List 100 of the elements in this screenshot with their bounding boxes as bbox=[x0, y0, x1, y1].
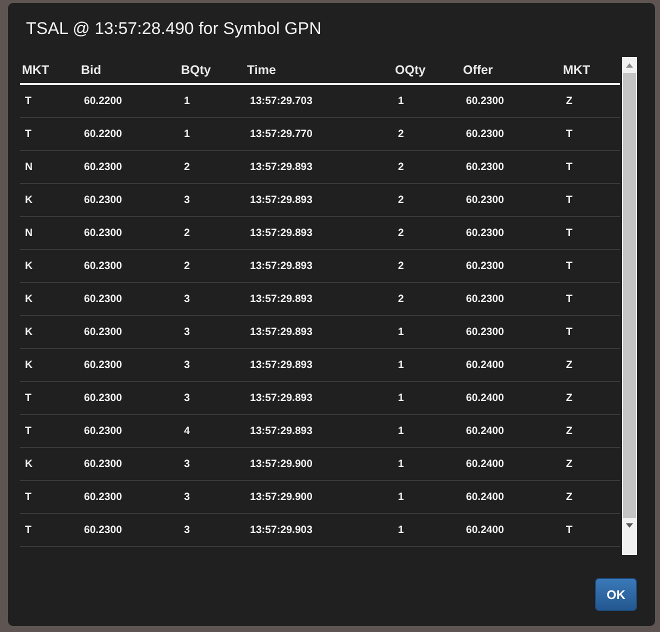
table-cell-text: 13:57:29.893 bbox=[249, 260, 314, 272]
table-cell-text: 60.2300 bbox=[83, 491, 123, 503]
column-header: MKT bbox=[21, 63, 50, 77]
table-cell-text: 1 bbox=[183, 95, 191, 107]
table-cell-text: 60.2400 bbox=[465, 458, 505, 470]
dialog-title: TSAL @ 13:57:28.490 for Symbol GPN bbox=[26, 18, 322, 40]
table-cell-text: 3 bbox=[183, 524, 191, 536]
table-cell-text: 60.2400 bbox=[465, 359, 505, 371]
ok-button[interactable]: OK bbox=[595, 578, 637, 611]
table-cell-text: 3 bbox=[183, 293, 191, 305]
table-cell-text: 60.2300 bbox=[83, 359, 123, 371]
table-cell-text: 60.2300 bbox=[83, 326, 123, 338]
table-cell-text: K bbox=[24, 359, 34, 371]
table-cell-text: 1 bbox=[397, 524, 405, 536]
table-cell-text: T bbox=[24, 524, 32, 536]
table-cell-text: T bbox=[24, 425, 32, 437]
table-cell-text: T bbox=[24, 128, 32, 140]
table-cell-text: 2 bbox=[183, 227, 191, 239]
table-cell-text: 13:57:29.893 bbox=[249, 425, 314, 437]
table-cell-text: 2 bbox=[397, 293, 405, 305]
table-cell-text: 60.2400 bbox=[465, 524, 505, 536]
table-cell-text: T bbox=[24, 95, 32, 107]
table-cell-text: 13:57:29.893 bbox=[249, 392, 314, 404]
table-cell-text: 13:57:29.893 bbox=[249, 359, 314, 371]
table-cell-text: 60.2300 bbox=[83, 161, 123, 173]
table-cell-text: 60.2300 bbox=[83, 425, 123, 437]
scroll-up-icon[interactable] bbox=[625, 62, 634, 68]
table-cell-text: 1 bbox=[397, 326, 405, 338]
table-cell-text: 60.2300 bbox=[83, 524, 123, 536]
table-cell-text: 60.2300 bbox=[465, 293, 505, 305]
table-cell-text: 60.2400 bbox=[465, 491, 505, 503]
table-cell-text: K bbox=[24, 194, 34, 206]
scroll-down-icon[interactable] bbox=[625, 523, 634, 529]
table-cell-text: K bbox=[24, 293, 34, 305]
table-cell-text: Z bbox=[565, 425, 574, 437]
table-cell-text: 60.2200 bbox=[83, 95, 123, 107]
scroll-thumb[interactable] bbox=[623, 73, 636, 518]
scrollbar[interactable] bbox=[622, 57, 637, 555]
table-cell-text: 13:57:29.893 bbox=[249, 293, 314, 305]
table-cell-text: 2 bbox=[397, 161, 405, 173]
table-cell-text: 2 bbox=[397, 260, 405, 272]
column-header: BQty bbox=[180, 63, 212, 77]
table-cell-text: T bbox=[565, 161, 574, 173]
table-cell-text: 2 bbox=[397, 194, 405, 206]
column-header: MKT bbox=[562, 63, 592, 77]
table-cell-text: 60.2400 bbox=[465, 392, 505, 404]
table-cell-text: 13:57:29.893 bbox=[249, 194, 314, 206]
table-cell-text: 1 bbox=[397, 425, 405, 437]
table-cell-text: T bbox=[565, 293, 574, 305]
table-cell-text: 60.2400 bbox=[465, 425, 505, 437]
table-cell-text: 13:57:29.770 bbox=[249, 128, 314, 140]
table-cell-text: 13:57:29.703 bbox=[249, 95, 314, 107]
table-cell-text: 4 bbox=[183, 425, 191, 437]
table-cell-text: 2 bbox=[183, 161, 191, 173]
table-cell-text: 60.2300 bbox=[465, 227, 505, 239]
table-cell-text: 60.2300 bbox=[83, 293, 123, 305]
table-cell-text: 2 bbox=[397, 128, 405, 140]
table-cell-text: Z bbox=[565, 95, 574, 107]
table-cell-text: Z bbox=[565, 491, 574, 503]
table-cell-text: 60.2300 bbox=[465, 161, 505, 173]
table-cell-text: T bbox=[565, 194, 574, 206]
table-cell-text: 2 bbox=[397, 227, 405, 239]
table-cell-text: 13:57:29.900 bbox=[249, 491, 314, 503]
table-cell-text: 1 bbox=[397, 359, 405, 371]
column-header: Offer bbox=[462, 63, 494, 77]
table-cell-text: 3 bbox=[183, 326, 191, 338]
table-cell-text: T bbox=[24, 491, 32, 503]
table-cell-text: 60.2200 bbox=[83, 128, 123, 140]
table-cell-text: 1 bbox=[397, 392, 405, 404]
table-cell-text: 60.2300 bbox=[465, 326, 505, 338]
table-cell-text: 60.2300 bbox=[465, 260, 505, 272]
table-cell-text: 60.2300 bbox=[83, 260, 123, 272]
table-cell-text: 13:57:29.893 bbox=[249, 227, 314, 239]
column-header: Time bbox=[246, 63, 277, 77]
table-cell-text: 13:57:29.893 bbox=[249, 161, 314, 173]
table-cell-text: 3 bbox=[183, 491, 191, 503]
table-cell-text: 60.2300 bbox=[465, 128, 505, 140]
table-cell-text: 3 bbox=[183, 392, 191, 404]
table-cell-text: 13:57:29.900 bbox=[249, 458, 314, 470]
table-cell-text: 1 bbox=[397, 458, 405, 470]
table-cell-text: T bbox=[565, 260, 574, 272]
table-cell-text: 60.2300 bbox=[465, 194, 505, 206]
table-cell-text: 60.2300 bbox=[83, 392, 123, 404]
table-cell-text: T bbox=[565, 227, 574, 239]
table-cell-text: 60.2300 bbox=[83, 458, 123, 470]
column-header: OQty bbox=[394, 63, 427, 77]
table-cell-text: Z bbox=[565, 458, 574, 470]
table-cell-text: T bbox=[565, 128, 574, 140]
table-cell-text: 3 bbox=[183, 458, 191, 470]
table-cell-text: K bbox=[24, 326, 34, 338]
table-cell-text: 1 bbox=[183, 128, 191, 140]
table-cell-text: Z bbox=[565, 392, 574, 404]
table-cell-text: 1 bbox=[397, 491, 405, 503]
table-cell-text: 13:57:29.903 bbox=[249, 524, 314, 536]
table-cell-text: 2 bbox=[183, 260, 191, 272]
table-cell-text: K bbox=[24, 260, 34, 272]
table-cell-text: 3 bbox=[183, 359, 191, 371]
table-cell-text: 1 bbox=[397, 95, 405, 107]
table-cell-text: 3 bbox=[183, 194, 191, 206]
table-cell-text: 13:57:29.893 bbox=[249, 326, 314, 338]
